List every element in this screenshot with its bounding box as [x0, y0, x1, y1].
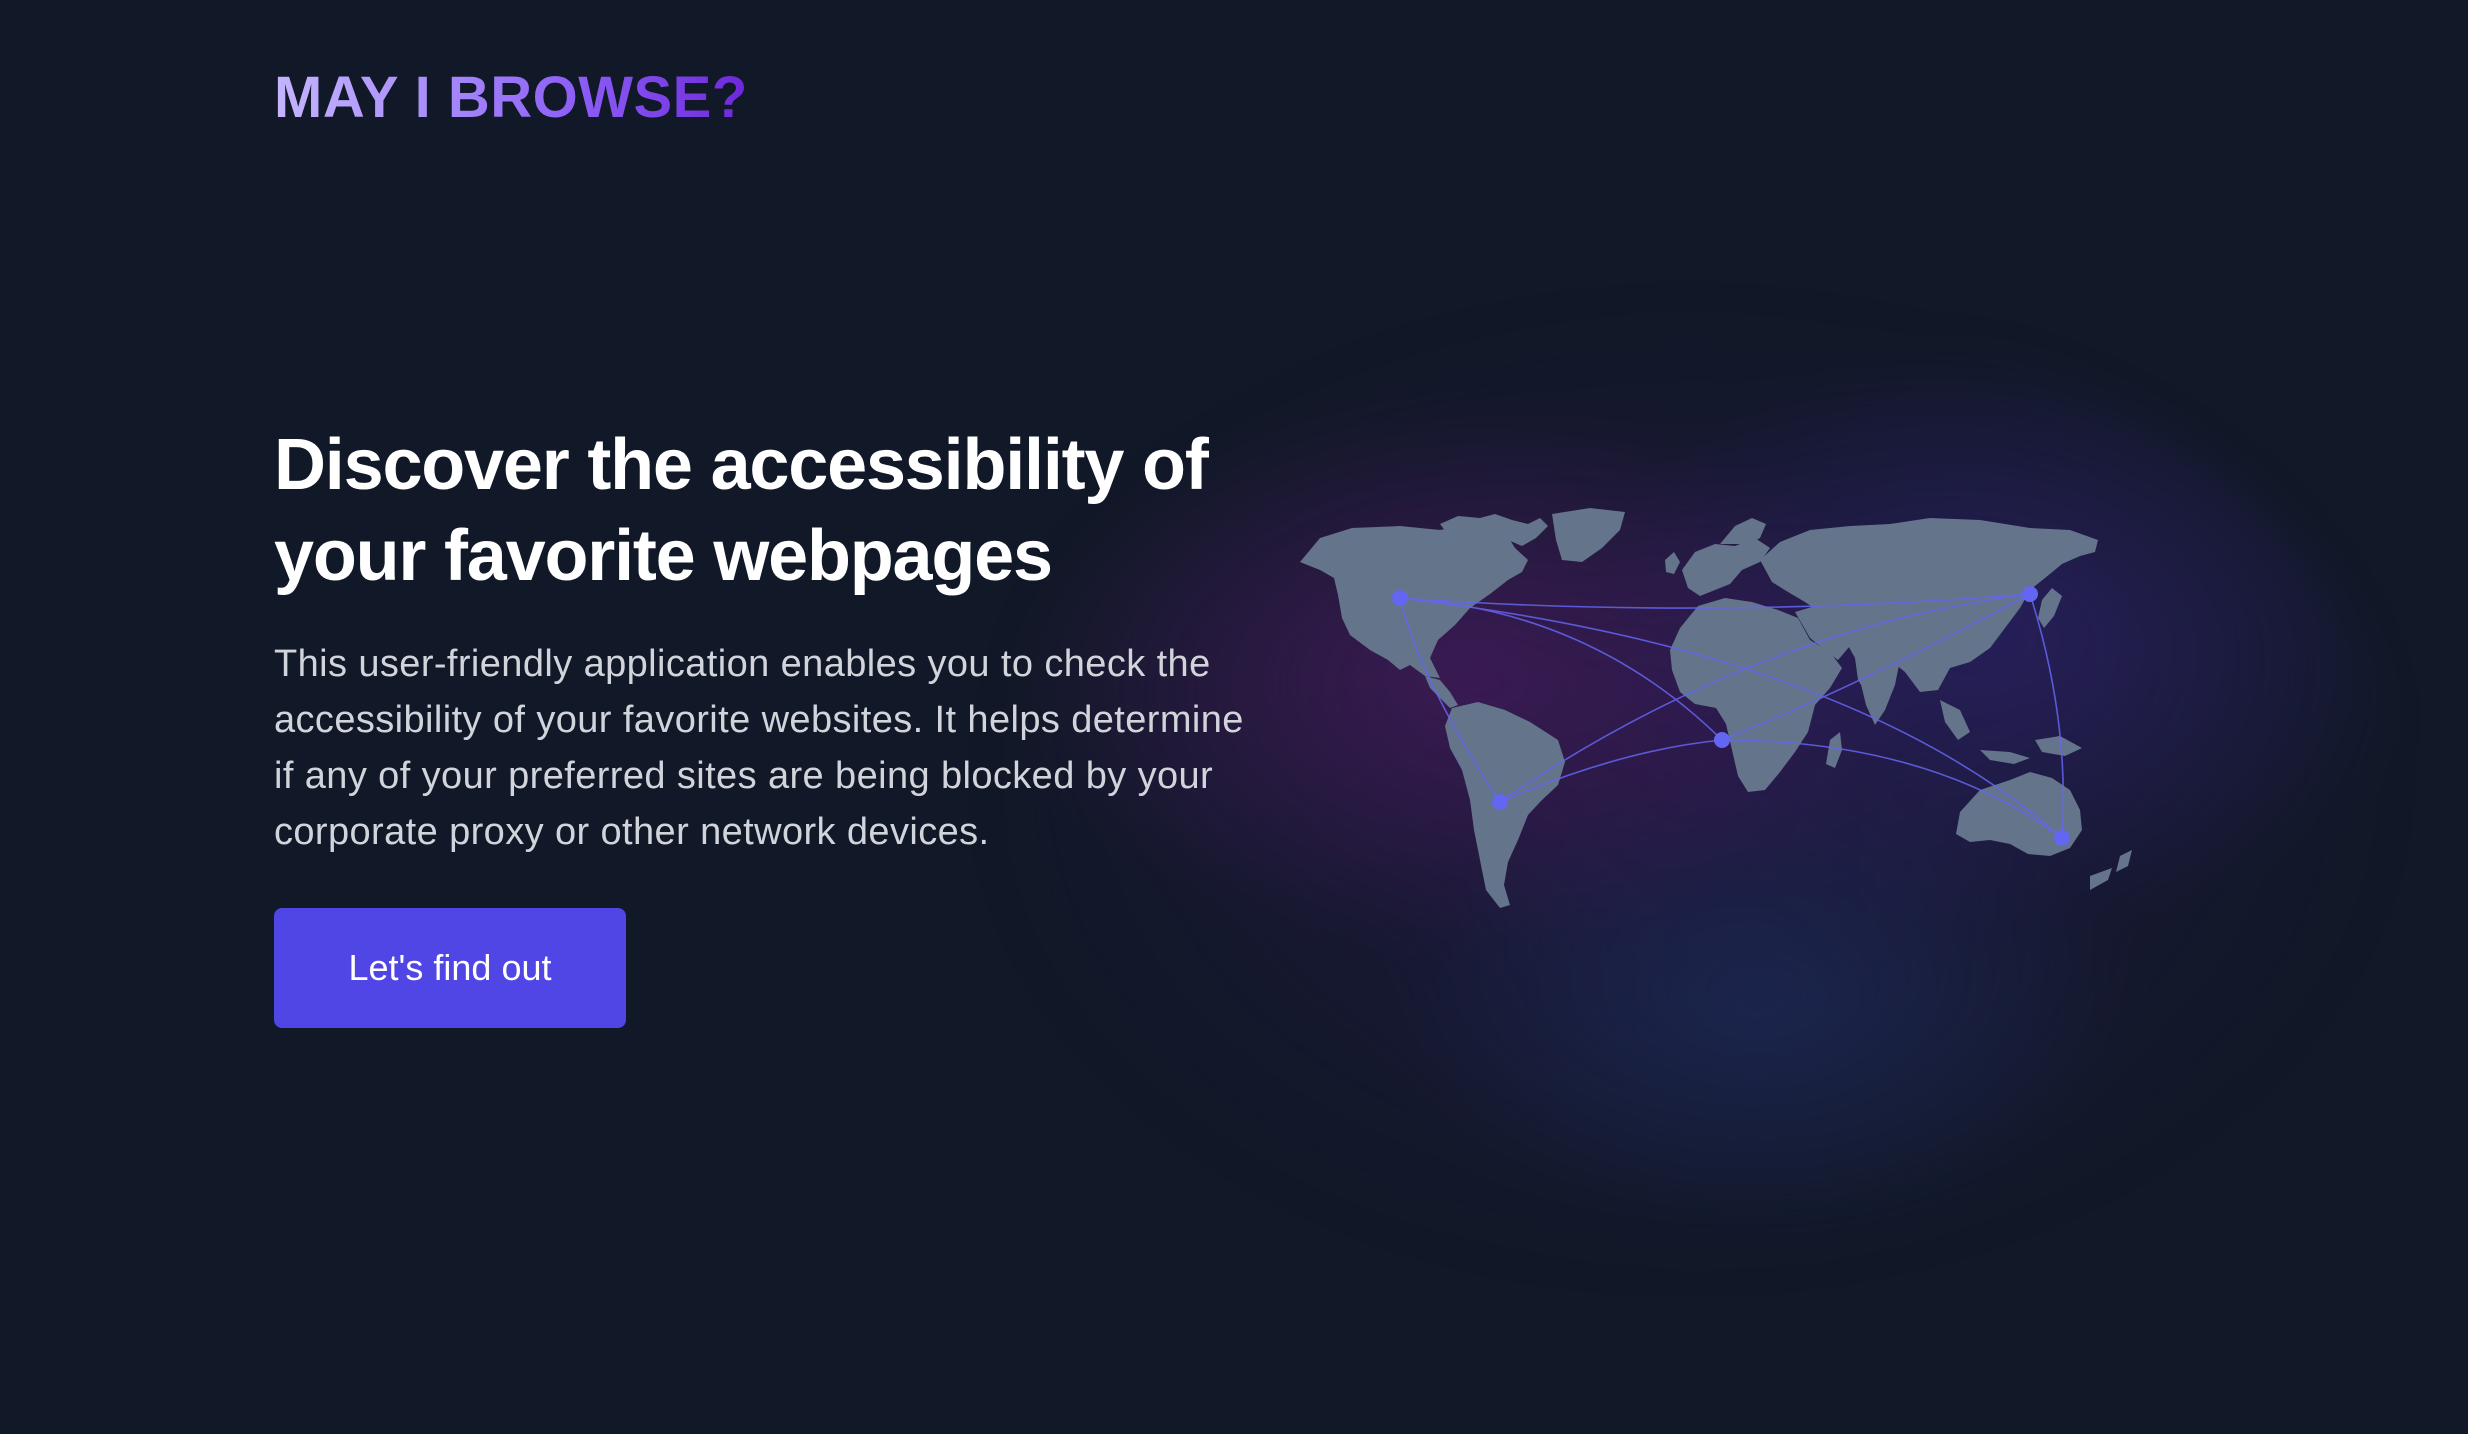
- node-north-america: [1392, 590, 1408, 606]
- landmass-europe: [1682, 538, 1770, 596]
- landmass-scandinavia: [1720, 518, 1766, 544]
- hero-headline: Discover the accessibility of your favor…: [274, 425, 1209, 596]
- node-south-america: [1492, 794, 1508, 810]
- world-map-network-icon: [1300, 508, 2132, 908]
- node-asia: [2022, 586, 2038, 602]
- landmass-japan: [2038, 588, 2062, 628]
- landmass-southeast-asia: [1940, 700, 2082, 764]
- hero-section: Discover the accessibility of your favor…: [274, 420, 1274, 1028]
- hero-description: This user-friendly application enables y…: [274, 643, 1244, 853]
- landing-page: MAY I BROWSE? Discover the accessibility…: [0, 0, 2468, 1434]
- node-africa: [1714, 732, 1730, 748]
- world-map-land: [1300, 508, 2132, 908]
- find-out-button[interactable]: Let's find out: [274, 908, 626, 1028]
- landmass-greenland: [1552, 508, 1625, 562]
- landmass-madagascar: [1826, 732, 1842, 768]
- landmass-uk: [1665, 552, 1680, 574]
- landmass-new-zealand: [2090, 850, 2132, 890]
- node-australia: [2054, 830, 2070, 846]
- brand-logo[interactable]: MAY I BROWSE?: [274, 64, 748, 131]
